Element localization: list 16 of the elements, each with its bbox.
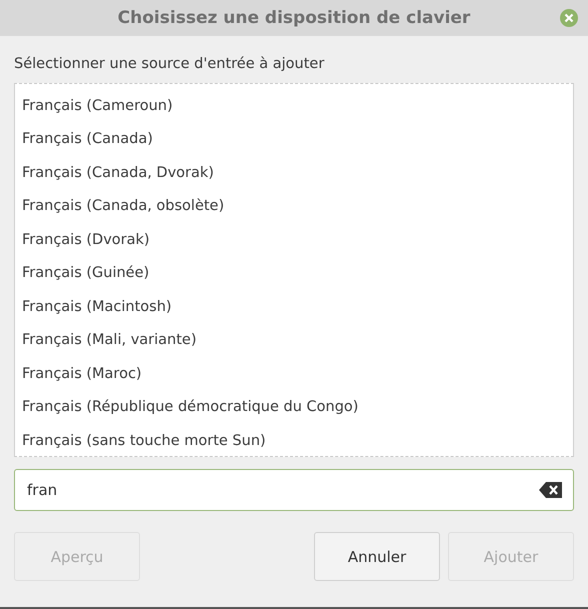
layout-item[interactable]: Français (Guinée) xyxy=(15,256,573,290)
layout-item[interactable]: Français (sans touche morte Sun) xyxy=(15,424,573,456)
layout-item[interactable]: Français (Canada) xyxy=(15,122,573,156)
window-title: Choisissez une disposition de clavier xyxy=(118,8,470,28)
layout-item[interactable]: Français (République démocratique du Congo) xyxy=(15,390,573,424)
layout-item[interactable]: Français (Macintosh) xyxy=(15,290,573,324)
layout-item[interactable]: Français (Dvorak) xyxy=(15,223,573,256)
layout-item[interactable]: Français (Canada, obsolète) xyxy=(15,190,573,223)
clear-icon[interactable] xyxy=(539,481,563,499)
layout-item[interactable]: Français (Cameroun) xyxy=(15,89,573,122)
layout-item[interactable]: Français (Canada, Dvorak) xyxy=(15,156,573,190)
layout-item[interactable]: Français (Mali, variante) xyxy=(15,324,573,357)
prompt-label: Sélectionner une source d'entrée à ajouter xyxy=(14,56,326,72)
search-field[interactable]: fran xyxy=(14,469,574,511)
dialog-button[interactable]: Annuler xyxy=(314,532,440,581)
layout-item[interactable]: Français (Maroc) xyxy=(15,357,573,390)
